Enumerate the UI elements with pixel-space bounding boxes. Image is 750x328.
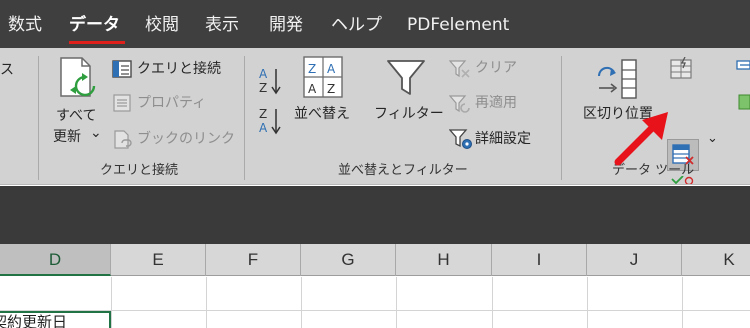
refresh-all-label-1[interactable]: すべて xyxy=(56,107,96,125)
column-header-d[interactable]: D xyxy=(0,244,111,276)
properties-icon xyxy=(113,94,131,112)
ribbon-tab-bar: 数式 データ 校閲 表示 開発 ヘルプ PDFelement xyxy=(0,0,750,48)
group-label-queries: クエリと接続 xyxy=(100,163,179,178)
svg-text:Z: Z xyxy=(308,62,316,76)
queries-connections-label[interactable]: クエリと接続 xyxy=(137,60,221,78)
grid-line xyxy=(111,277,112,328)
red-arrow-annotation xyxy=(612,108,674,172)
grid-line xyxy=(682,277,683,328)
svg-text:Z: Z xyxy=(259,81,267,95)
formula-bar-area xyxy=(0,186,750,244)
svg-text:Z: Z xyxy=(327,82,335,96)
column-header-e[interactable]: E xyxy=(111,244,206,276)
refresh-all-label-2[interactable]: 更新 xyxy=(53,128,81,146)
column-header-g[interactable]: G xyxy=(301,244,396,276)
cut-off-label: ス xyxy=(0,62,14,78)
tab-developer[interactable]: 開発 xyxy=(269,14,303,36)
grid-line xyxy=(396,277,397,328)
what-if-icon[interactable] xyxy=(736,60,750,80)
group-separator xyxy=(561,56,562,180)
svg-text:A: A xyxy=(259,67,268,81)
tab-help[interactable]: ヘルプ xyxy=(331,14,382,36)
column-header-h[interactable]: H xyxy=(396,244,492,276)
tab-review[interactable]: 校閲 xyxy=(145,14,179,36)
refresh-dropdown-chevron[interactable]: ⌄ xyxy=(90,124,102,142)
group-separator xyxy=(38,56,39,180)
edit-links-icon xyxy=(113,130,133,150)
edit-links-label: ブックのリンク xyxy=(137,131,235,147)
properties-label: プロパティ xyxy=(137,95,207,111)
reapply-label: 再適用 xyxy=(475,95,517,111)
advanced-filter-icon[interactable] xyxy=(449,128,473,150)
queries-connections-icon[interactable] xyxy=(112,60,132,78)
grid-line xyxy=(0,310,750,311)
data-tools-more-chevron[interactable]: ⌄ xyxy=(707,130,718,148)
svg-text:Z: Z xyxy=(259,107,267,121)
active-tab-underline xyxy=(69,41,125,44)
worksheet-grid[interactable]: 契約更新日 xyxy=(0,277,750,328)
advanced-label[interactable]: 詳細設定 xyxy=(475,130,531,148)
group-label-sort-filter: 並べ替えとフィルター xyxy=(338,163,468,178)
refresh-all-icon[interactable] xyxy=(58,56,100,102)
group-separator xyxy=(244,56,245,180)
svg-text:A: A xyxy=(259,121,268,135)
forecast-icon[interactable] xyxy=(738,94,750,110)
column-header-f[interactable]: F xyxy=(206,244,301,276)
sort-za-icon[interactable]: Z A xyxy=(257,106,285,136)
tab-formulas[interactable]: 数式 xyxy=(8,14,42,36)
reapply-icon xyxy=(449,94,471,114)
cell-d2-value: 契約更新日 xyxy=(0,313,68,328)
tab-data[interactable]: データ xyxy=(69,14,120,36)
column-header-i[interactable]: I xyxy=(492,244,587,276)
svg-text:A: A xyxy=(327,62,336,76)
clear-label: クリア xyxy=(475,60,517,76)
flash-fill-icon[interactable] xyxy=(670,57,692,79)
clear-filter-icon xyxy=(449,59,471,79)
column-headers: D E F G H I J K xyxy=(0,244,750,276)
filter-label[interactable]: フィルター xyxy=(374,105,444,123)
filter-icon[interactable] xyxy=(386,58,426,98)
text-to-columns-icon[interactable] xyxy=(596,58,642,100)
grid-line xyxy=(301,277,302,328)
grid-line xyxy=(206,277,207,328)
cell-d2[interactable]: 契約更新日 xyxy=(0,311,111,328)
sort-label[interactable]: 並べ替え xyxy=(294,105,350,123)
sort-az-icon[interactable]: A Z xyxy=(257,66,285,96)
grid-line xyxy=(492,277,493,328)
tab-view[interactable]: 表示 xyxy=(205,14,239,36)
column-header-j[interactable]: J xyxy=(587,244,682,276)
sort-icon[interactable]: Z A A Z xyxy=(303,56,343,98)
grid-line xyxy=(587,277,588,328)
tab-pdfelement[interactable]: PDFelement xyxy=(407,14,509,36)
svg-text:A: A xyxy=(308,82,317,96)
column-header-k[interactable]: K xyxy=(682,244,750,276)
